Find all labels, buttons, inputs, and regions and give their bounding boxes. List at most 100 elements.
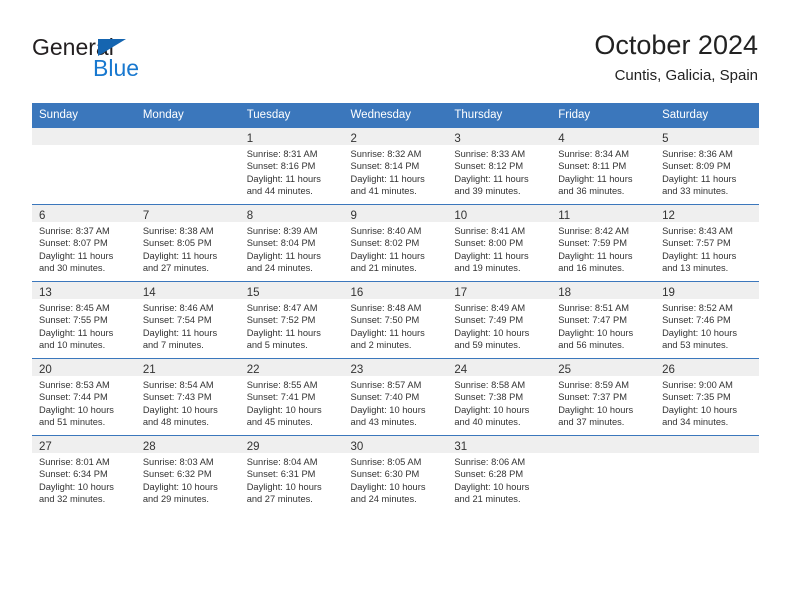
calendar-empty-cell (135, 127, 240, 205)
day-number: 21 (142, 364, 156, 376)
calendar-day-cell[interactable]: 5 Sunrise: 8:36 AM Sunset: 8:09 PM Daylight… (655, 127, 759, 205)
day-number-strip: 5 (655, 128, 759, 145)
day-cell-inner: 17 Sunrise: 8:49 AM Sunset: 7:49 PM Dayligh… (447, 282, 552, 358)
sunrise-line: Sunrise: 8:51 AM (558, 303, 630, 313)
sunset-line: Sunset: 8:11 PM (558, 161, 627, 172)
day-number-strip: 16 (343, 282, 448, 299)
calendar-day-cell[interactable]: 24 Sunrise: 8:58 AM Sunset: 7:38 PM Dayligh… (447, 358, 552, 436)
calendar-day-cell[interactable]: 8 Sunrise: 8:39 AM Sunset: 8:04 PM Daylight… (239, 204, 344, 282)
calendar-day-cell[interactable]: 10 Sunrise: 8:41 AM Sunset: 8:00 PM Dayligh… (447, 204, 552, 282)
day-number-strip: 29 (239, 436, 344, 453)
calendar-day-cell[interactable]: 2 Sunrise: 8:32 AM Sunset: 8:14 PM Daylight… (343, 127, 448, 205)
calendar-day-cell[interactable]: 26 Sunrise: 9:00 AM Sunset: 7:35 PM Dayligh… (655, 358, 759, 436)
day-detail-block: Sunrise: 8:41 AM Sunset: 8:00 PM Daylight:… (447, 222, 551, 274)
sunset-line: Sunset: 6:31 PM (246, 469, 316, 480)
day-number-strip: 3 (447, 128, 552, 145)
sunrise-line: Sunrise: 8:53 AM (39, 380, 110, 390)
day-number: 5 (662, 133, 669, 145)
day-number: 16 (350, 287, 364, 299)
sunset-line: Sunset: 8:05 PM (142, 238, 212, 249)
daylight-line-cont: and 36 minutes. (558, 185, 625, 196)
calendar-day-cell[interactable]: 18 Sunrise: 8:51 AM Sunset: 7:47 PM Dayligh… (551, 281, 656, 359)
calendar-day-cell[interactable]: 9 Sunrise: 8:40 AM Sunset: 8:02 PM Daylight… (343, 204, 448, 282)
day-cell-inner: 2 Sunrise: 8:32 AM Sunset: 8:14 PM Daylight… (343, 128, 448, 204)
daylight-line: Daylight: 10 hours (142, 404, 218, 415)
day-cell-inner: 14 Sunrise: 8:46 AM Sunset: 7:54 PM Dayligh… (135, 282, 240, 358)
calendar-day-cell[interactable]: 1 Sunrise: 8:31 AM Sunset: 8:16 PM Daylight… (239, 127, 344, 205)
calendar-day-cell[interactable]: 22 Sunrise: 8:55 AM Sunset: 7:41 PM Dayligh… (239, 358, 344, 436)
day-number-strip: 17 (447, 282, 552, 299)
sunset-line: Sunset: 7:55 PM (39, 315, 108, 326)
calendar-page: General Blue October 2024 Cuntis, Galici… (0, 0, 792, 612)
calendar-day-cell[interactable]: 27 Sunrise: 8:01 AM Sunset: 6:34 PM Dayligh… (32, 435, 136, 512)
day-number: 9 (350, 210, 357, 222)
daylight-line: Daylight: 11 hours (350, 327, 425, 338)
daylight-line: Daylight: 10 hours (454, 404, 530, 415)
calendar-day-cell[interactable]: 20 Sunrise: 8:53 AM Sunset: 7:44 PM Dayligh… (32, 358, 136, 436)
calendar-day-cell[interactable]: 6 Sunrise: 8:37 AM Sunset: 8:07 PM Daylight… (32, 204, 136, 282)
sunrise-line: Sunrise: 8:33 AM (454, 149, 526, 159)
calendar-day-cell[interactable]: 3 Sunrise: 8:33 AM Sunset: 8:12 PM Daylight… (447, 127, 552, 205)
day-cell-inner: 9 Sunrise: 8:40 AM Sunset: 8:02 PM Daylight… (343, 205, 448, 281)
daylight-line: Daylight: 10 hours (454, 327, 530, 338)
day-cell-inner: 1 Sunrise: 8:31 AM Sunset: 8:16 PM Daylight… (239, 128, 344, 204)
day-cell-inner: 26 Sunrise: 9:00 AM Sunset: 7:35 PM Dayligh… (655, 359, 759, 435)
calendar-day-cell[interactable]: 16 Sunrise: 8:48 AM Sunset: 7:50 PM Dayligh… (343, 281, 448, 359)
calendar-day-cell[interactable]: 7 Sunrise: 8:38 AM Sunset: 8:05 PM Daylight… (135, 204, 240, 282)
calendar-day-cell[interactable]: 28 Sunrise: 8:03 AM Sunset: 6:32 PM Dayligh… (135, 435, 240, 512)
sunset-line: Sunset: 7:59 PM (558, 238, 627, 249)
calendar-day-cell[interactable]: 31 Sunrise: 8:06 AM Sunset: 6:28 PM Dayligh… (447, 435, 552, 512)
daylight-line-cont: and 13 minutes. (662, 262, 729, 273)
daylight-line: Daylight: 11 hours (558, 250, 633, 261)
calendar-day-cell[interactable]: 21 Sunrise: 8:54 AM Sunset: 7:43 PM Dayligh… (135, 358, 240, 436)
calendar-day-cell[interactable]: 25 Sunrise: 8:59 AM Sunset: 7:37 PM Dayligh… (551, 358, 656, 436)
day-cell-inner: 5 Sunrise: 8:36 AM Sunset: 8:09 PM Daylight… (655, 128, 759, 204)
calendar-day-cell[interactable]: 15 Sunrise: 8:47 AM Sunset: 7:52 PM Dayligh… (239, 281, 344, 359)
sunrise-line: Sunrise: 8:42 AM (558, 226, 630, 236)
calendar-day-cell[interactable]: 19 Sunrise: 8:52 AM Sunset: 7:46 PM Dayligh… (655, 281, 759, 359)
daylight-line-cont: and 39 minutes. (454, 185, 521, 196)
day-number-strip: 26 (655, 359, 759, 376)
day-detail-block: Sunrise: 8:46 AM Sunset: 7:54 PM Daylight:… (136, 299, 240, 351)
sunrise-line: Sunrise: 8:55 AM (246, 380, 318, 390)
day-cell-inner: 8 Sunrise: 8:39 AM Sunset: 8:04 PM Daylight… (239, 205, 344, 281)
calendar-day-cell[interactable]: 11 Sunrise: 8:42 AM Sunset: 7:59 PM Dayligh… (551, 204, 656, 282)
calendar-day-cell[interactable]: 29 Sunrise: 8:04 AM Sunset: 6:31 PM Dayligh… (239, 435, 344, 512)
day-number-strip: 21 (135, 359, 240, 376)
day-number: 23 (350, 364, 364, 376)
sunrise-line: Sunrise: 8:03 AM (142, 457, 214, 467)
calendar-day-cell[interactable]: 12 Sunrise: 8:43 AM Sunset: 7:57 PM Dayligh… (655, 204, 759, 282)
sunrise-line: Sunrise: 8:48 AM (350, 303, 422, 313)
sunset-line: Sunset: 8:14 PM (350, 161, 420, 172)
day-detail-block: Sunrise: 8:47 AM Sunset: 7:52 PM Daylight:… (240, 299, 344, 351)
day-number: 30 (350, 441, 364, 453)
daylight-line: Daylight: 10 hours (350, 481, 426, 492)
calendar-day-cell[interactable]: 4 Sunrise: 8:34 AM Sunset: 8:11 PM Daylight… (551, 127, 656, 205)
calendar-day-cell[interactable]: 30 Sunrise: 8:05 AM Sunset: 6:30 PM Dayligh… (343, 435, 448, 512)
calendar-day-cell[interactable]: 13 Sunrise: 8:45 AM Sunset: 7:55 PM Dayligh… (32, 281, 136, 359)
calendar-day-cell[interactable]: 23 Sunrise: 8:57 AM Sunset: 7:40 PM Dayligh… (343, 358, 448, 436)
day-number: 24 (454, 364, 468, 376)
day-cell-inner: 4 Sunrise: 8:34 AM Sunset: 8:11 PM Daylight… (551, 128, 656, 204)
sunset-line: Sunset: 7:57 PM (662, 238, 731, 249)
day-detail-block: Sunrise: 8:55 AM Sunset: 7:41 PM Daylight:… (240, 376, 344, 428)
day-detail-block: Sunrise: 8:05 AM Sunset: 6:30 PM Daylight:… (344, 453, 448, 505)
day-number-strip: 11 (551, 205, 656, 222)
day-detail-block: Sunrise: 9:00 AM Sunset: 7:35 PM Daylight:… (655, 376, 759, 428)
daylight-line-cont: and 24 minutes. (246, 262, 313, 273)
day-detail-block (551, 453, 655, 456)
daylight-line: Daylight: 11 hours (350, 173, 425, 184)
calendar-day-cell[interactable]: 14 Sunrise: 8:46 AM Sunset: 7:54 PM Dayligh… (135, 281, 240, 359)
sunset-line: Sunset: 8:07 PM (39, 238, 108, 249)
day-number: 7 (142, 210, 150, 222)
day-number: 22 (246, 364, 260, 376)
day-cell-inner: 22 Sunrise: 8:55 AM Sunset: 7:41 PM Dayligh… (239, 359, 344, 435)
daylight-line-cont: and 33 minutes. (662, 185, 729, 196)
daylight-line-cont: and 51 minutes. (39, 416, 106, 427)
day-detail-block (136, 145, 240, 148)
day-cell-inner (551, 436, 656, 512)
sunset-line: Sunset: 7:40 PM (350, 392, 420, 403)
calendar-day-cell[interactable]: 17 Sunrise: 8:49 AM Sunset: 7:49 PM Dayligh… (447, 281, 552, 359)
day-number-strip: 12 (655, 205, 759, 222)
sunset-line: Sunset: 7:47 PM (558, 315, 627, 326)
